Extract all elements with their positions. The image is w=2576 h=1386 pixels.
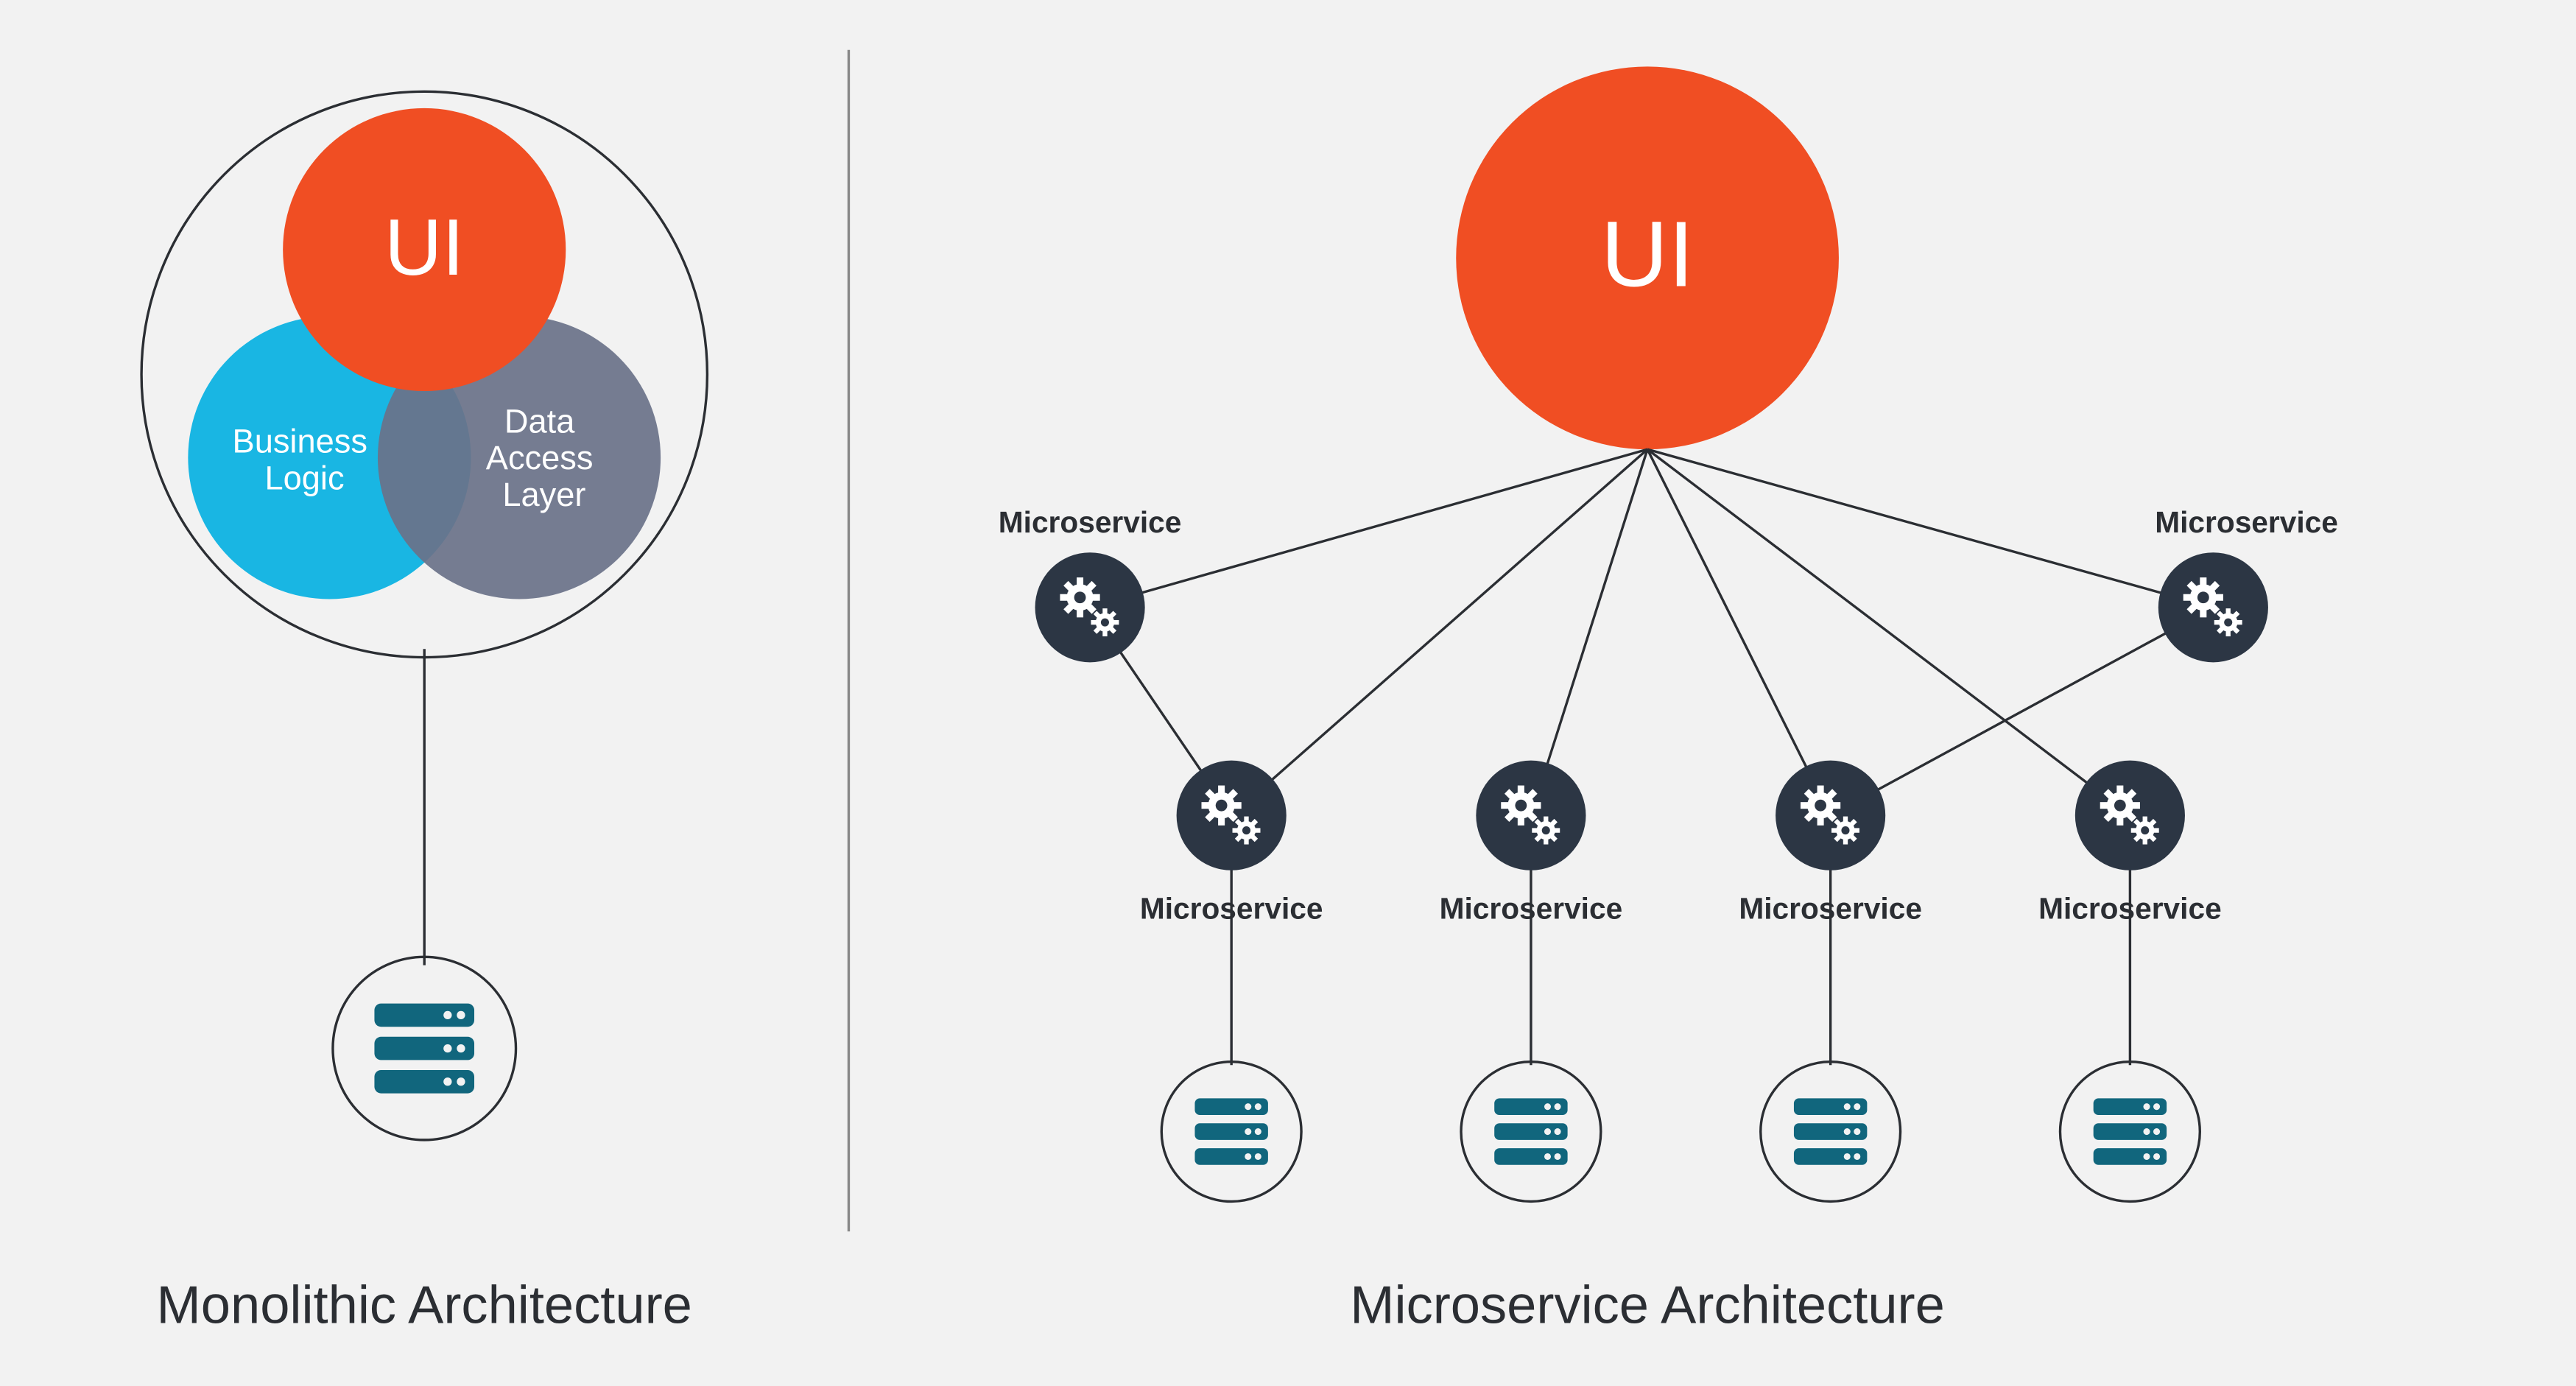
ms-label-5: Microservice xyxy=(2038,891,2222,925)
architecture-diagram: UI Business Logic Data Access Layer Mono… xyxy=(0,0,2576,1385)
micro-ui: UI xyxy=(1456,66,1839,449)
ms-label-6: Microservice xyxy=(2155,505,2338,539)
database-icon xyxy=(374,1004,474,1094)
microservice-node-1: Microservice xyxy=(999,505,1182,662)
microservice-node-6: Microservice xyxy=(2155,505,2338,662)
micro-db-1 xyxy=(1161,1062,1301,1202)
micro-title: Microservice Architecture xyxy=(1350,1276,1945,1334)
ms-label-3: Microservice xyxy=(1440,891,1623,925)
microservice-node-4: Microservice xyxy=(1739,761,1922,926)
microservice-node-2: Microservice xyxy=(1140,761,1323,926)
ui-to-ms-lines xyxy=(1090,449,2213,815)
micro-db-3 xyxy=(1761,1062,1901,1202)
microservice-node-5: Microservice xyxy=(2038,761,2222,926)
microservice-node-3: Microservice xyxy=(1440,761,1623,926)
database-icon xyxy=(2094,1098,2167,1164)
ms-to-db-lines xyxy=(1231,865,2130,1065)
microservice-group: UI Microservice xyxy=(999,66,2338,1334)
database-icon xyxy=(1194,1098,1267,1164)
ms-label-4: Microservice xyxy=(1739,891,1922,925)
ms-label-2: Microservice xyxy=(1140,891,1323,925)
mono-ui-label: UI xyxy=(384,203,464,292)
database-icon xyxy=(1494,1098,1567,1164)
database-icon xyxy=(1794,1098,1867,1164)
mono-title: Monolithic Architecture xyxy=(157,1276,692,1334)
monolithic-group: UI Business Logic Data Access Layer Mono… xyxy=(141,91,707,1334)
micro-ui-label: UI xyxy=(1601,202,1695,306)
micro-db-4 xyxy=(2060,1062,2200,1202)
micro-db-2 xyxy=(1461,1062,1601,1202)
ms-label-1: Microservice xyxy=(999,505,1182,539)
